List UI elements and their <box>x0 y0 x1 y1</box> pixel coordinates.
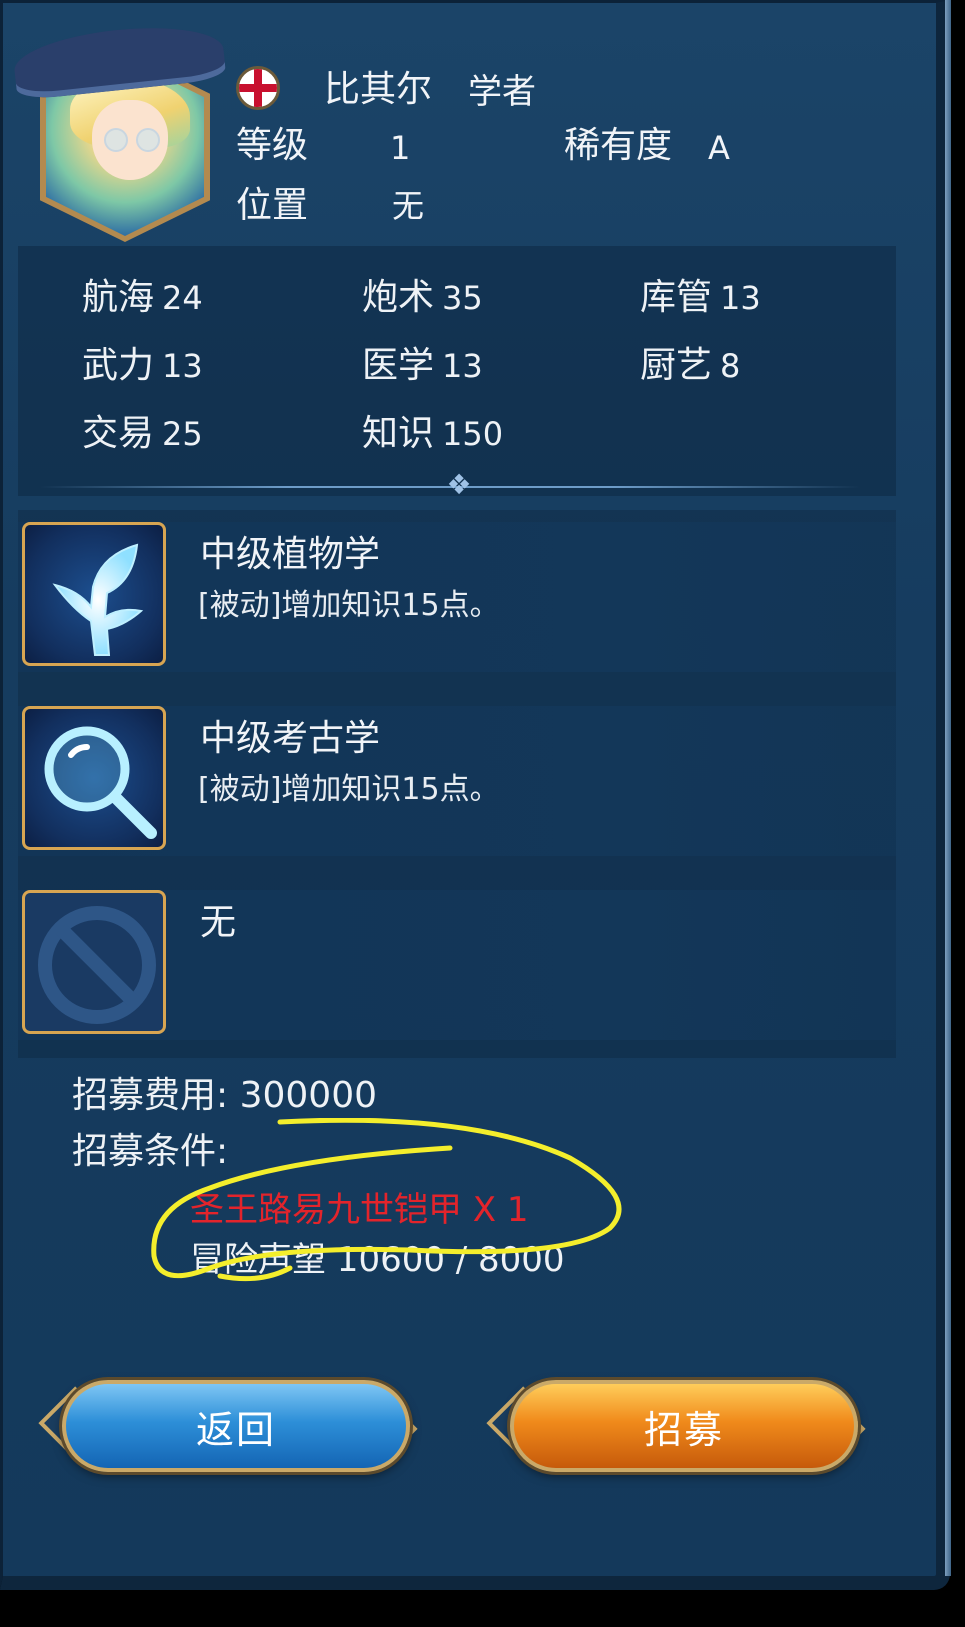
stat-storage: 库管 13 <box>640 277 761 318</box>
england-flag-icon <box>236 66 280 110</box>
skill-row[interactable]: 中级考古学 [被动]增加知识15点。 <box>18 706 896 856</box>
level-label: 等级 <box>236 125 309 166</box>
recruit-condition-label: 招募条件: <box>72 1131 229 1172</box>
divider-ornament-icon: ❖ <box>446 468 472 501</box>
magnifier-icon <box>22 706 166 850</box>
level-value: 1 <box>390 129 411 167</box>
skill-row[interactable]: 无 <box>18 890 896 1040</box>
skill-desc: [被动]增加知识15点。 <box>198 588 500 623</box>
stat-medicine: 医学 13 <box>362 345 483 386</box>
panel-edge <box>945 0 951 1576</box>
plant-icon <box>22 522 166 666</box>
forbidden-icon <box>22 890 166 1034</box>
back-button[interactable]: 返回 <box>62 1380 410 1472</box>
skill-title: 无 <box>200 902 237 943</box>
stat-navigation: 航海 24 <box>82 277 203 318</box>
glasses <box>100 128 164 154</box>
skill-title: 中级考古学 <box>200 718 381 759</box>
rarity-value: A <box>708 129 730 167</box>
recruit-cost: 招募费用: 300000 <box>72 1075 377 1116</box>
stat-gunnery: 炮术 35 <box>362 277 483 318</box>
rarity-label: 稀有度 <box>564 125 673 166</box>
required-fame: 冒险声望 10600 / 8000 <box>190 1240 565 1280</box>
stat-trade: 交易 25 <box>82 413 203 454</box>
recruit-button[interactable]: 招募 <box>510 1380 858 1472</box>
character-name: 比其尔 <box>324 69 433 110</box>
skill-row[interactable]: 中级植物学 [被动]增加知识15点。 <box>18 522 896 672</box>
required-item: 圣王路易九世铠甲 X 1 <box>190 1190 529 1230</box>
position-label: 位置 <box>236 185 309 226</box>
stat-knowledge: 知识 150 <box>362 413 504 454</box>
position-value: 无 <box>392 187 425 225</box>
skill-desc: [被动]增加知识15点。 <box>198 772 500 807</box>
character-job: 学者 <box>468 72 536 112</box>
stat-force: 武力 13 <box>82 345 203 386</box>
stat-cooking: 厨艺 8 <box>640 345 741 386</box>
skill-title: 中级植物学 <box>200 534 381 575</box>
